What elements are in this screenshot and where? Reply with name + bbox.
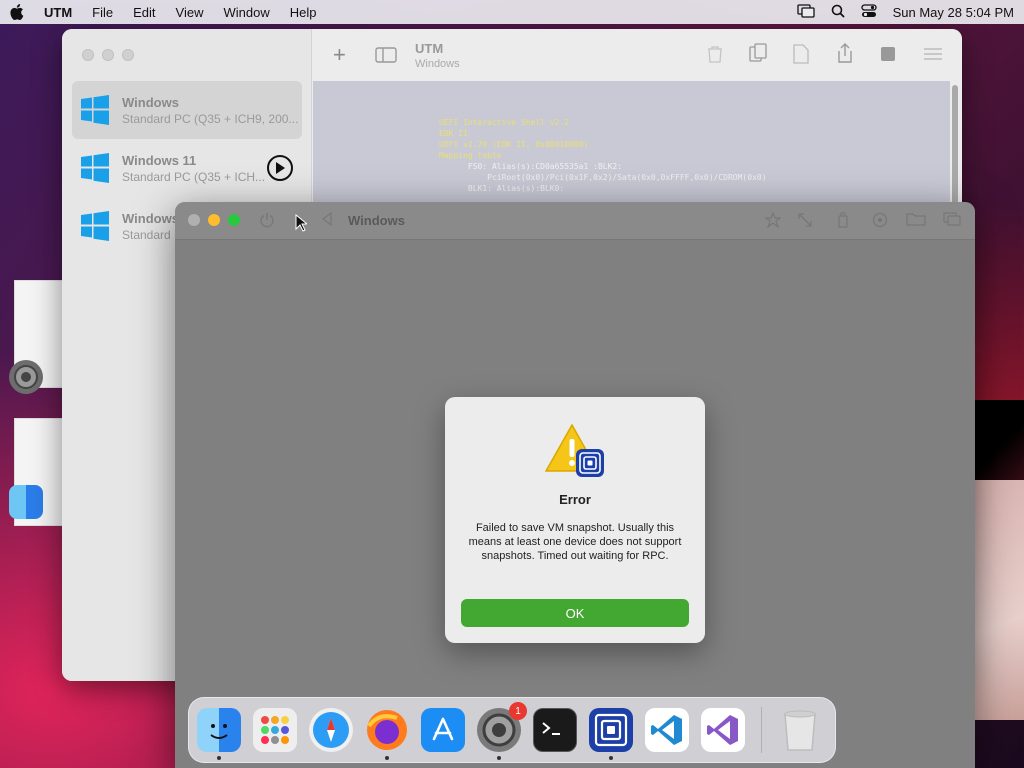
play-vm-button[interactable] <box>267 155 293 181</box>
resize-icon[interactable] <box>797 212 813 231</box>
minimize-button[interactable] <box>102 49 114 61</box>
utm-toolbar: + UTM Windows <box>313 29 962 81</box>
visual-studio-icon[interactable] <box>701 708 745 752</box>
sidebar-toggle-icon[interactable] <box>375 47 397 68</box>
console-line: EDK II <box>439 129 468 138</box>
screen-mirroring-icon[interactable] <box>796 3 815 21</box>
console-line: PciRoot(0x0)/Pci(0x1F,0x2)/Sata(0x0,0xFF… <box>439 173 767 182</box>
capture-input-icon[interactable] <box>764 211 782 231</box>
vm-display-window: Windows Error Failed to save VM snapshot… <box>175 202 975 768</box>
vm-window-title: Windows <box>348 213 405 228</box>
close-button[interactable] <box>82 49 94 61</box>
system-settings-icon[interactable] <box>9 360 43 394</box>
clone-icon[interactable] <box>749 43 767 68</box>
windows-logo-icon <box>81 211 109 241</box>
ok-button[interactable]: OK <box>461 599 689 627</box>
usb-icon[interactable] <box>837 212 849 231</box>
vm-name: Windows <box>122 210 179 226</box>
console-line: UEFI Interactive Shell v2.2 <box>439 118 570 127</box>
menu-window[interactable]: Window <box>223 5 269 20</box>
menu-file[interactable]: File <box>92 5 113 20</box>
console-line: UEFI v2.70 (EDK II, 0x00010000) <box>439 140 589 149</box>
notification-badge: 1 <box>509 702 527 720</box>
zoom-button[interactable] <box>122 49 134 61</box>
back-triangle-icon[interactable] <box>321 211 333 229</box>
safari-icon[interactable] <box>309 708 353 752</box>
settings-sliders-icon[interactable] <box>923 46 943 67</box>
spotlight-search-icon[interactable] <box>831 4 845 21</box>
vm-description: Standard P <box>122 227 183 242</box>
window-title: UTM <box>415 41 444 56</box>
launchpad-icon[interactable] <box>253 708 297 752</box>
finder-icon[interactable] <box>197 708 241 760</box>
finder-icon[interactable] <box>9 485 43 519</box>
dock: 1 <box>188 697 836 763</box>
vm-name: Windows <box>122 94 179 110</box>
control-center-icon[interactable] <box>860 3 877 21</box>
menu-edit[interactable]: Edit <box>133 5 155 20</box>
firefox-icon[interactable] <box>365 708 409 760</box>
play-icon <box>276 162 285 174</box>
mouse-cursor-icon <box>295 213 309 237</box>
error-dialog: Error Failed to save VM snapshot. Usuall… <box>445 397 705 643</box>
drive-icon[interactable] <box>872 212 888 231</box>
windows-logo-icon <box>81 153 109 183</box>
system-settings-icon[interactable]: 1 <box>477 702 527 760</box>
minimize-button[interactable] <box>208 214 220 226</box>
vm-name: Windows 11 <box>122 152 197 168</box>
menu-help[interactable]: Help <box>290 5 317 20</box>
console-line: FS0: Alias(s):CD0a65535a1 :BLK2: <box>439 162 623 171</box>
add-vm-icon[interactable]: + <box>333 42 346 68</box>
vm-description: Standard PC (Q35 + ICH9, 200... <box>122 111 299 126</box>
windows-overlap-icon[interactable] <box>943 212 961 229</box>
utm-window-title: UTM Windows <box>415 41 460 70</box>
scrollbar[interactable] <box>952 85 958 205</box>
stop-icon[interactable] <box>880 46 896 67</box>
share-icon[interactable] <box>836 42 854 69</box>
vm-list-item[interactable]: Windows Standard PC (Q35 + ICH9, 200... <box>72 81 302 139</box>
wallpaper-accent-light <box>974 480 1024 720</box>
close-button[interactable] <box>188 214 200 226</box>
share-file-icon[interactable] <box>793 44 809 69</box>
utm-icon[interactable] <box>589 708 633 760</box>
menu-bar: UTM File Edit View Window Help Sun May 2… <box>0 0 1024 24</box>
menu-view[interactable]: View <box>176 5 204 20</box>
windows-logo-icon <box>81 95 109 125</box>
running-indicator <box>217 756 221 760</box>
console-line: Mapping table <box>439 151 502 160</box>
trash-icon[interactable] <box>707 45 723 68</box>
menubar-clock[interactable]: Sun May 28 5:04 PM <box>893 5 1014 20</box>
console-line: BLK1: Alias(s):BLK0: <box>439 184 565 193</box>
window-controls <box>82 49 134 61</box>
apple-menu-icon[interactable] <box>10 4 26 20</box>
power-icon[interactable] <box>259 212 275 231</box>
window-subtitle: Windows <box>415 58 460 70</box>
menu-app-name[interactable]: UTM <box>44 5 72 20</box>
app-store-icon[interactable] <box>421 708 465 752</box>
running-indicator <box>497 756 501 760</box>
running-indicator <box>609 756 613 760</box>
dock-separator <box>761 707 762 753</box>
warning-icon <box>544 423 606 486</box>
terminal-icon[interactable] <box>533 708 577 752</box>
vscode-icon[interactable] <box>645 708 689 752</box>
dialog-title: Error <box>559 492 591 507</box>
running-indicator <box>385 756 389 760</box>
zoom-button[interactable] <box>228 214 240 226</box>
trash-icon[interactable] <box>778 708 822 752</box>
dialog-message: Failed to save VM snapshot. Usually this… <box>468 522 682 562</box>
vm-description: Standard PC (Q35 + ICH... <box>122 169 266 184</box>
shared-folder-icon[interactable] <box>906 212 926 229</box>
window-controls <box>188 214 240 226</box>
